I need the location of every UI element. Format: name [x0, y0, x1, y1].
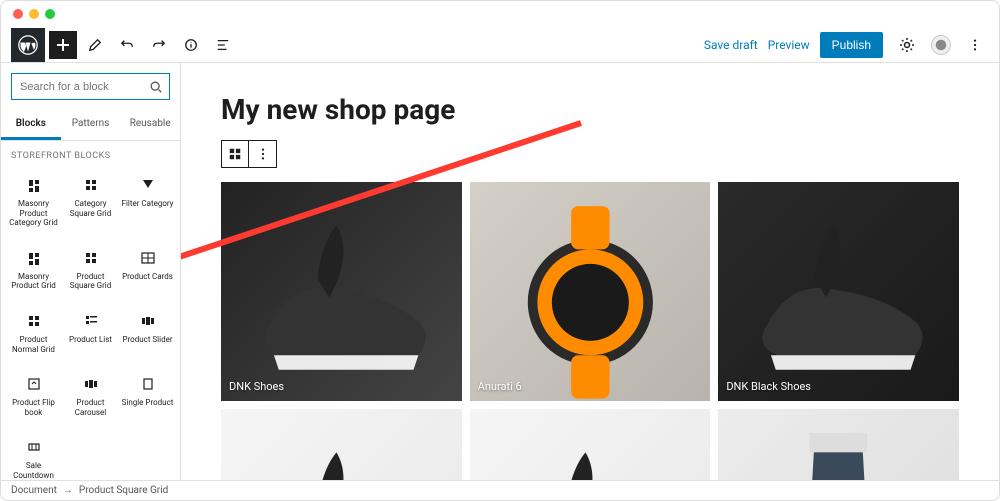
undo-icon[interactable]: [113, 31, 141, 59]
block-item[interactable]: Category Square Grid: [62, 165, 119, 238]
block-item[interactable]: Product Normal Grid: [5, 301, 62, 364]
product-tile[interactable]: DNK Shoes: [221, 182, 462, 401]
publish-button[interactable]: Publish: [820, 32, 883, 58]
block-label: Product Carousel: [64, 398, 117, 417]
outline-icon[interactable]: [209, 31, 237, 59]
more-options-icon[interactable]: [961, 31, 989, 59]
block-icon: [138, 374, 158, 394]
block-label: Product Cards: [122, 272, 173, 282]
editor-topbar: Save draft Preview Publish: [1, 27, 999, 63]
preview-link[interactable]: Preview: [768, 38, 810, 52]
block-item[interactable]: Filter Category: [119, 165, 176, 238]
block-icon: [24, 175, 44, 195]
tab-reusable[interactable]: Reusable: [120, 110, 180, 140]
window-maximize-icon[interactable]: [45, 9, 55, 19]
block-icon: [81, 374, 101, 394]
product-grid[interactable]: DNK ShoesAnurati 6DNK Black Shoes DNK Gre…: [221, 182, 959, 480]
save-draft-link[interactable]: Save draft: [704, 38, 758, 52]
avatar[interactable]: [931, 35, 951, 55]
product-tile[interactable]: DNK Black Shoes: [718, 182, 959, 401]
block-icon: [24, 248, 44, 268]
breadcrumb[interactable]: Document → Product Square Grid: [1, 480, 999, 500]
window-titlebar: [1, 1, 999, 27]
product-tile[interactable]: Dark Brown Jeans: [718, 409, 959, 480]
page-title[interactable]: My new shop page: [221, 93, 959, 126]
block-label: Masonry Product Grid: [7, 272, 60, 291]
block-item[interactable]: Product Cards: [119, 238, 176, 301]
inserter-tabs: Blocks Patterns Reusable: [1, 110, 180, 141]
block-label: Category Square Grid: [64, 199, 117, 218]
product-tile[interactable]: DNK Orange Sports Shoes: [470, 409, 711, 480]
block-label: Product Slider: [122, 335, 172, 345]
settings-icon[interactable]: [893, 31, 921, 59]
block-label: Product Flip book: [7, 398, 60, 417]
block-label: Product Normal Grid: [7, 335, 60, 354]
redo-icon[interactable]: [145, 31, 173, 59]
breadcrumb-current[interactable]: Product Square Grid: [79, 485, 168, 496]
product-tile[interactable]: DNK Green Sports Shoes: [221, 409, 462, 480]
window-minimize-icon[interactable]: [29, 9, 39, 19]
block-icon: [138, 248, 158, 268]
wordpress-logo[interactable]: [11, 28, 45, 62]
grid-layout-button[interactable]: [221, 140, 249, 168]
block-label: Sale Countdown: [7, 461, 60, 480]
tab-patterns[interactable]: Patterns: [61, 110, 121, 140]
search-icon: [149, 80, 163, 94]
block-item[interactable]: Masonry Product Category Grid: [5, 165, 62, 238]
block-item[interactable]: Product Carousel: [62, 364, 119, 427]
block-icon: [81, 175, 101, 195]
block-icon: [24, 374, 44, 394]
block-item[interactable]: Product Square Grid: [62, 238, 119, 301]
block-icon: [81, 311, 101, 331]
block-icon: [138, 311, 158, 331]
edit-icon[interactable]: [81, 31, 109, 59]
block-item[interactable]: Product Slider: [119, 301, 176, 364]
info-icon[interactable]: [177, 31, 205, 59]
product-tile[interactable]: Anurati 6: [470, 182, 711, 401]
breadcrumb-separator-icon: →: [63, 485, 73, 496]
block-item[interactable]: Product Flip book: [5, 364, 62, 427]
editor-canvas[interactable]: My new shop page DNK ShoesAnurati 6DNK B…: [181, 63, 999, 480]
block-label: Product List: [69, 335, 112, 345]
block-item[interactable]: Masonry Product Grid: [5, 238, 62, 301]
breadcrumb-root[interactable]: Document: [11, 485, 57, 496]
block-icon: [81, 248, 101, 268]
block-icon: [138, 175, 158, 195]
block-toolbar: [221, 140, 959, 168]
block-item[interactable]: Sale Countdown: [5, 427, 62, 480]
block-search-input[interactable]: [11, 73, 170, 100]
block-icon: [24, 437, 44, 457]
tab-blocks[interactable]: Blocks: [1, 110, 61, 140]
more-block-options-button[interactable]: [249, 140, 277, 168]
block-item[interactable]: Single Product: [119, 364, 176, 427]
window-close-icon[interactable]: [13, 9, 23, 19]
add-block-button[interactable]: [49, 31, 77, 59]
block-label: Filter Category: [122, 199, 174, 209]
block-label: Masonry Product Category Grid: [7, 199, 60, 228]
block-label: Single Product: [122, 398, 174, 408]
section-label: STOREFRONT BLOCKS: [1, 141, 180, 165]
block-item[interactable]: Product List: [62, 301, 119, 364]
block-label: Product Square Grid: [64, 272, 117, 291]
block-icon: [24, 311, 44, 331]
block-inserter-panel: Blocks Patterns Reusable STOREFRONT BLOC…: [1, 63, 181, 480]
